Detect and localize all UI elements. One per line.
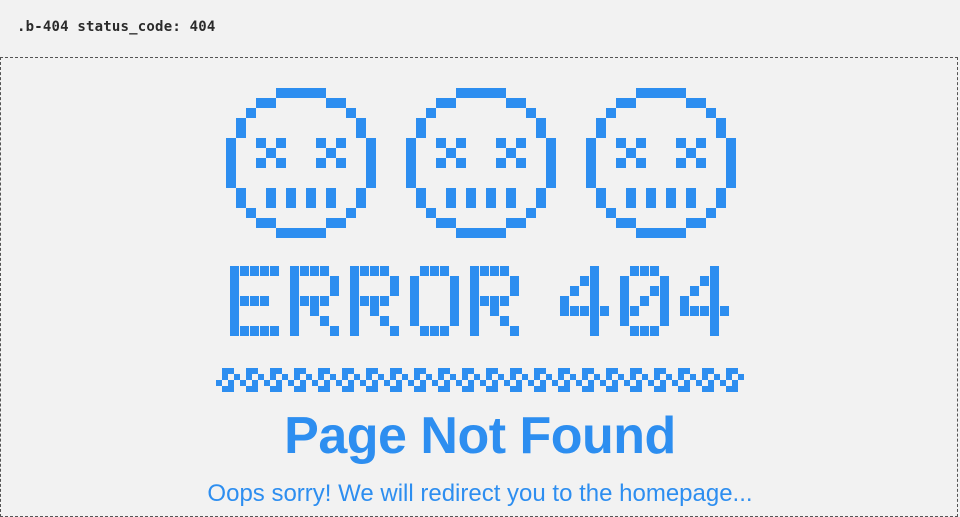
redirect-message: Oops sorry! We will redirect you to the … bbox=[207, 480, 753, 507]
component-status-label: .b-404 status_code: 404 bbox=[17, 19, 216, 35]
page-not-found-title: Page Not Found bbox=[284, 407, 676, 465]
component-header: .b-404 status_code: 404 bbox=[0, 0, 960, 56]
